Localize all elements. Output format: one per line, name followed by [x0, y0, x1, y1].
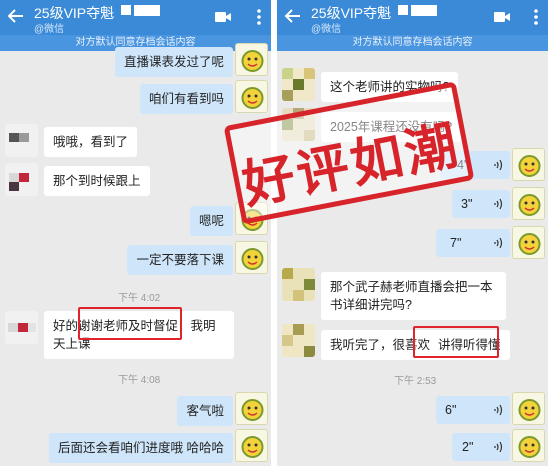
voice-duration: 3": [461, 197, 473, 211]
voice-duration: 6": [445, 403, 457, 417]
more-options-icon[interactable]: [256, 8, 262, 26]
teacher-avatar: [512, 392, 545, 425]
back-arrow-icon[interactable]: [282, 5, 304, 27]
message-bubble-sent: 咱们有看到吗: [139, 84, 233, 114]
video-call-icon[interactable]: [493, 10, 511, 24]
teacher-avatar: [235, 80, 268, 113]
highlight-box: [78, 307, 182, 340]
teacher-avatar: [512, 226, 545, 259]
chat-subtitle: @微信: [311, 24, 342, 35]
redaction-block: [411, 5, 437, 16]
chat-screenshot-left: 25级VIP夺魁 @微信 对方默认同意存档会话内容 直播课表发过了呢 咱们有看到…: [0, 0, 271, 466]
redaction-block: [134, 5, 160, 16]
chat-screenshot-right: 25级VIP夺魁 @微信 对方默认同意存档会话内容 这个老师讲的实物吗? 202…: [277, 0, 548, 466]
chat-subtitle: @微信: [34, 24, 65, 35]
teacher-avatar: [235, 43, 268, 76]
student-avatar: [282, 268, 315, 301]
timestamp: 下午 4:08: [118, 375, 161, 386]
voice-wave-icon: [493, 237, 503, 249]
teacher-avatar: [235, 392, 268, 425]
voice-duration: 2": [462, 440, 474, 454]
message-bubble-sent: 后面还会看咱们进度哦 哈哈哈: [49, 433, 233, 463]
timestamp: 下午 4:02: [118, 293, 161, 304]
student-avatar: [282, 324, 315, 357]
video-call-icon[interactable]: [214, 10, 232, 24]
voice-wave-icon: [493, 198, 503, 210]
message-bubble-received: 哦哦，看到了: [44, 127, 138, 157]
timestamp: 下午 2:53: [394, 376, 437, 387]
student-avatar: [5, 124, 38, 157]
voice-wave-icon: [493, 441, 503, 453]
chat-header: 25级VIP夺魁 @微信: [0, 0, 271, 35]
voice-duration: 7": [450, 236, 462, 250]
student-avatar: [282, 68, 315, 101]
voice-message-sent[interactable]: 6": [436, 396, 510, 424]
message-bubble-sent: 客气啦: [177, 396, 233, 426]
redaction-block: [121, 5, 131, 15]
student-avatar: [5, 163, 38, 196]
teacher-avatar: [512, 429, 545, 462]
voice-message-sent[interactable]: 2": [452, 433, 510, 461]
message-bubble-sent: 直播课表发过了呢: [114, 47, 233, 77]
voice-wave-icon: [493, 159, 503, 171]
message-bubble-sent: 一定不要落下课: [127, 245, 233, 275]
voice-wave-icon: [493, 404, 503, 416]
message-bubble-received: 那个武子赫老师直播会把一本书详细讲完吗?: [321, 272, 506, 320]
message-bubble-received: 那个到时候跟上: [44, 166, 150, 196]
more-options-icon[interactable]: [533, 8, 539, 26]
voice-message-sent[interactable]: 7": [436, 229, 510, 257]
teacher-avatar: [512, 187, 545, 220]
teacher-avatar: [235, 429, 268, 462]
chat-header: 25级VIP夺魁 @微信: [277, 0, 548, 35]
teacher-avatar: [235, 241, 268, 274]
back-arrow-icon[interactable]: [5, 5, 27, 27]
student-avatar: [5, 311, 38, 344]
redaction-block: [398, 5, 408, 15]
message-text: 好的: [53, 319, 79, 333]
teacher-avatar: [512, 148, 545, 181]
voice-message-sent[interactable]: 3": [452, 190, 510, 218]
highlight-box: [413, 326, 499, 358]
message-bubble-sent: 嗯呢: [189, 206, 233, 236]
archive-notice: 对方默认同意存档会话内容: [277, 35, 548, 51]
